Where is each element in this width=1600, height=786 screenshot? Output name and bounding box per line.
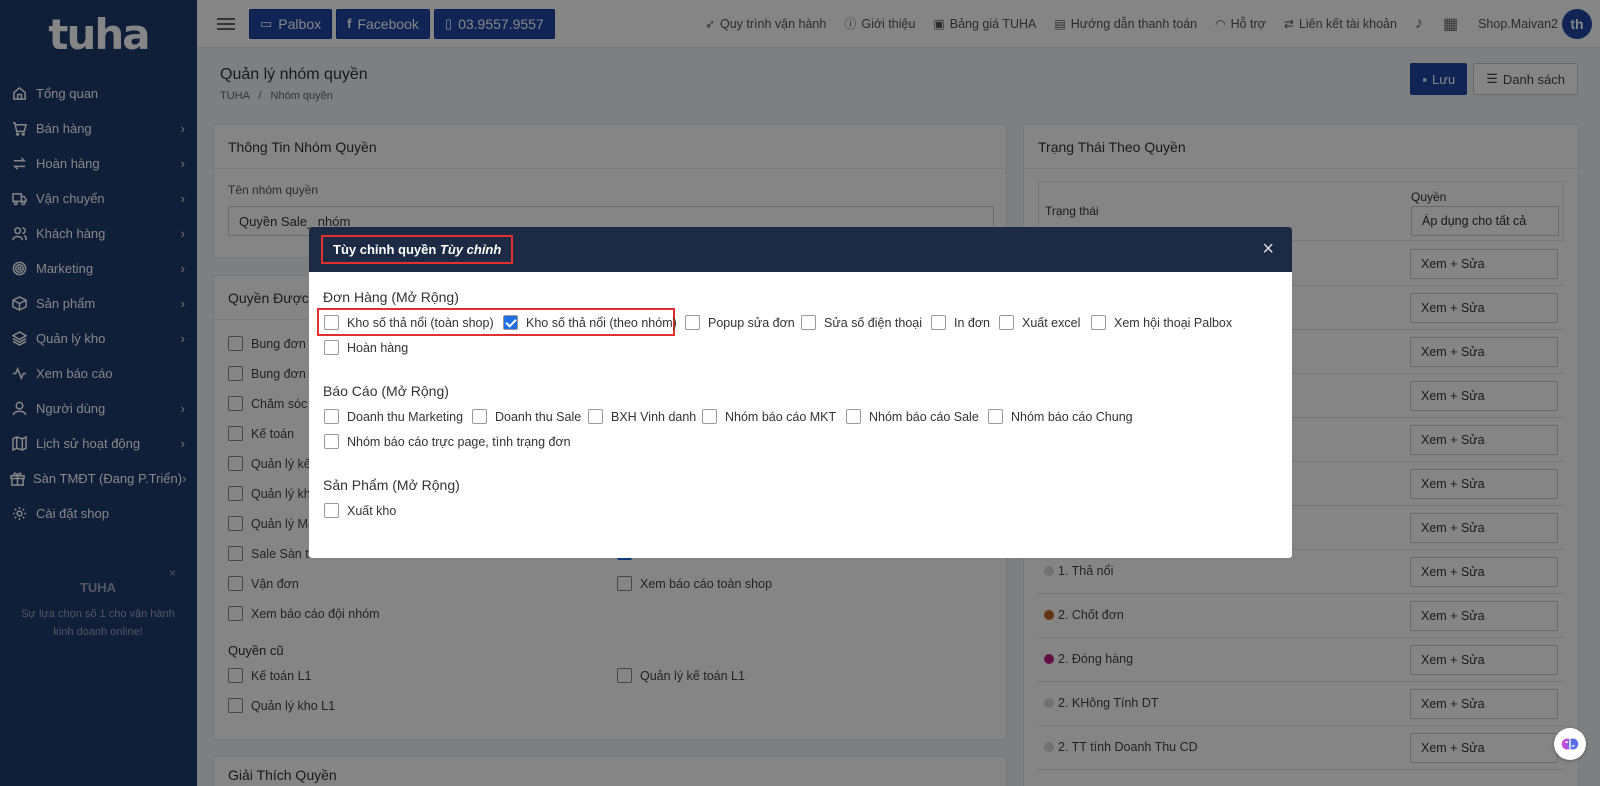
opt-checkbox[interactable] bbox=[324, 409, 339, 424]
opt-doanh-thu-sale[interactable]: Doanh thu Sale bbox=[472, 409, 581, 424]
section-don-hang-title: Đơn Hàng (Mở Rộng) bbox=[323, 289, 459, 305]
custom-permission-modal: Tùy chỉnh quyền Tùy chỉnh × Đơn Hàng (Mở… bbox=[309, 227, 1292, 558]
opt-checkbox[interactable] bbox=[324, 315, 339, 330]
modal-title-emphasis: Tùy chỉnh bbox=[439, 242, 502, 257]
opt-doanh-thu-marketing[interactable]: Doanh thu Marketing bbox=[324, 409, 463, 424]
opt-bxh-vinh-danh[interactable]: BXH Vinh danh bbox=[588, 409, 696, 424]
opt-checkbox[interactable] bbox=[1091, 315, 1106, 330]
opt-checkbox[interactable] bbox=[931, 315, 946, 330]
opt-checkbox[interactable] bbox=[846, 409, 861, 424]
brain-icon bbox=[1561, 738, 1579, 750]
opt-checkbox[interactable] bbox=[702, 409, 717, 424]
opt-checkbox[interactable] bbox=[999, 315, 1014, 330]
opt-xuat-kho[interactable]: Xuất kho bbox=[324, 503, 396, 518]
close-icon[interactable]: × bbox=[1262, 238, 1274, 261]
opt-nhom-bao-cao-mkt[interactable]: Nhóm báo cáo MKT bbox=[702, 409, 836, 424]
opt-xem-hoi-thoai-palbox[interactable]: Xem hội thoại Palbox bbox=[1091, 315, 1232, 330]
opt-popup-sua-don[interactable]: Popup sửa đơn bbox=[685, 315, 795, 330]
modal-title: Tùy chỉnh quyền Tùy chỉnh bbox=[321, 235, 514, 264]
section-bao-cao-title: Báo Cáo (Mở Rộng) bbox=[323, 383, 449, 399]
modal-header: Tùy chỉnh quyền Tùy chỉnh × bbox=[309, 227, 1292, 272]
opt-checkbox[interactable] bbox=[988, 409, 1003, 424]
opt-checkbox[interactable] bbox=[324, 340, 339, 355]
opt-sua-so-dien-thoai[interactable]: Sửa số điện thoại bbox=[801, 315, 922, 330]
opt-kho-so-theo-nhom[interactable]: Kho số thả nổi (theo nhóm) bbox=[503, 315, 677, 330]
opt-checkbox[interactable] bbox=[685, 315, 700, 330]
opt-nhom-bao-cao-chung[interactable]: Nhóm báo cáo Chung bbox=[988, 409, 1133, 424]
opt-nhom-bao-cao-sale[interactable]: Nhóm báo cáo Sale bbox=[846, 409, 979, 424]
opt-checkbox-checked[interactable] bbox=[503, 315, 518, 330]
opt-checkbox[interactable] bbox=[801, 315, 816, 330]
opt-checkbox[interactable] bbox=[472, 409, 487, 424]
section-san-pham-title: Sản Phẩm (Mở Rộng) bbox=[323, 477, 460, 493]
opt-xuat-excel[interactable]: Xuất excel bbox=[999, 315, 1080, 330]
opt-in-don[interactable]: In đơn bbox=[931, 315, 990, 330]
opt-checkbox[interactable] bbox=[324, 503, 339, 518]
opt-kho-so-toan-shop[interactable]: Kho số thả nổi (toàn shop) bbox=[324, 315, 494, 330]
floating-assistant-button[interactable] bbox=[1554, 728, 1586, 760]
opt-nhom-bao-cao-truc-page[interactable]: Nhóm báo cáo trực page, tình trạng đơn bbox=[324, 434, 571, 449]
opt-hoan-hang[interactable]: Hoàn hàng bbox=[324, 340, 408, 355]
opt-checkbox[interactable] bbox=[588, 409, 603, 424]
opt-checkbox[interactable] bbox=[324, 434, 339, 449]
